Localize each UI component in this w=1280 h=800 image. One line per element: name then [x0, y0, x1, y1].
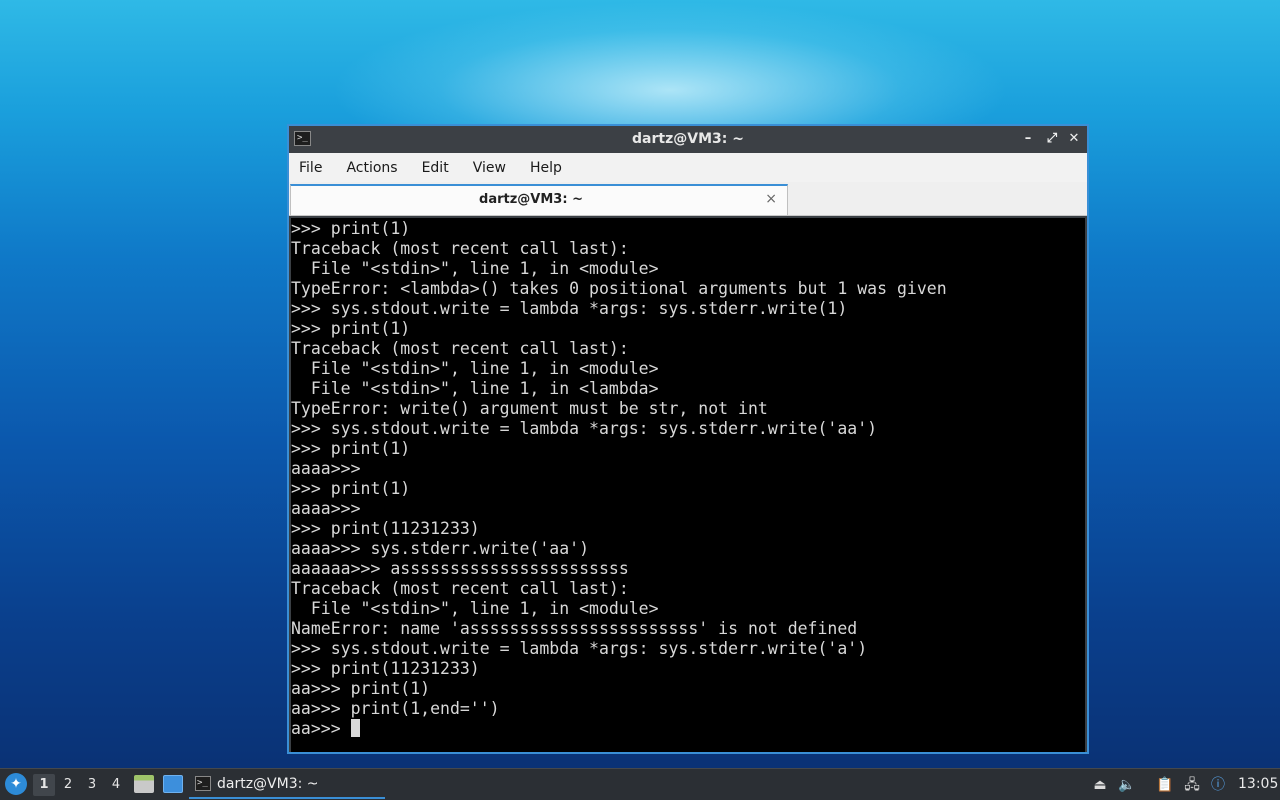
terminal-window: >_ dartz@VM3: ~ – ⤢ ✕ File Actions Edit … — [287, 124, 1089, 754]
menu-file[interactable]: File — [299, 160, 322, 176]
terminal-prompt-line[interactable]: aa>>> — [291, 719, 1085, 739]
workspace-2[interactable]: 2 — [57, 774, 79, 796]
update-notifier-icon[interactable]: ⓘ — [1208, 775, 1228, 795]
terminal-icon: >_ — [195, 776, 211, 791]
terminal-line: Traceback (most recent call last): — [291, 239, 629, 258]
terminal-line: NameError: name 'assssssssssssssssssssss… — [291, 619, 858, 638]
taskbar-task-terminal[interactable]: >_ dartz@VM3: ~ — [189, 771, 385, 799]
menu-help[interactable]: Help — [530, 160, 562, 176]
text-cursor — [350, 719, 360, 737]
terminal-line: aa>>> print(1,end='') — [291, 699, 500, 718]
terminal-prompt: aa>>> — [291, 719, 351, 738]
taskbar: ✦ 1 2 3 4 >_ dartz@VM3: ~ ⏏ 🔈 📋 🖧 ⓘ 13:0… — [0, 768, 1280, 800]
menu-bar: File Actions Edit View Help — [289, 153, 1087, 182]
menu-view[interactable]: View — [473, 160, 506, 176]
terminal-line: >>> print(1) — [291, 479, 411, 498]
terminal-line: aaaa>>> — [291, 499, 361, 518]
window-titlebar[interactable]: >_ dartz@VM3: ~ – ⤢ ✕ — [289, 126, 1087, 153]
terminal-line: File "<stdin>", line 1, in <lambda> — [291, 379, 659, 398]
terminal-line: File "<stdin>", line 1, in <module> — [291, 359, 659, 378]
maximize-button[interactable]: ⤢ — [1043, 129, 1061, 149]
clipboard-icon[interactable]: 📋 — [1155, 775, 1175, 795]
network-icon[interactable]: 🖧 — [1182, 775, 1202, 795]
tab-bar: dartz@VM3: ~ × — [289, 182, 1087, 216]
desktop-icon[interactable] — [163, 775, 183, 793]
clock[interactable]: 13:05 — [1238, 769, 1278, 800]
terminal-line: File "<stdin>", line 1, in <module> — [291, 599, 659, 618]
terminal-line: TypeError: <lambda>() takes 0 positional… — [291, 279, 947, 298]
terminal-line: >>> print(1) — [291, 439, 411, 458]
workspace-4[interactable]: 4 — [105, 774, 127, 796]
eject-icon[interactable]: ⏏ — [1090, 775, 1110, 795]
volume-icon[interactable]: 🔈 — [1117, 775, 1137, 795]
close-button[interactable]: ✕ — [1065, 129, 1083, 149]
terminal-line: >>> sys.stdout.write = lambda *args: sys… — [291, 299, 848, 318]
tab-terminal[interactable]: dartz@VM3: ~ × — [290, 184, 788, 215]
terminal-line: aa>>> print(1) — [291, 679, 431, 698]
terminal-line: >>> print(1) — [291, 219, 411, 238]
terminal-line: File "<stdin>", line 1, in <module> — [291, 259, 659, 278]
terminal-line: Traceback (most recent call last): — [291, 579, 629, 598]
terminal-line: >>> print(11231233) — [291, 659, 480, 678]
window-title: dartz@VM3: ~ — [632, 131, 744, 147]
lxqt-menu-icon[interactable]: ✦ — [5, 773, 27, 795]
tab-close-button[interactable]: × — [765, 191, 777, 207]
minimize-button[interactable]: – — [1019, 129, 1037, 149]
terminal-line: >>> sys.stdout.write = lambda *args: sys… — [291, 419, 878, 438]
task-label: dartz@VM3: ~ — [217, 776, 319, 792]
file-manager-icon[interactable] — [134, 775, 154, 793]
terminal-line: >>> sys.stdout.write = lambda *args: sys… — [291, 639, 868, 658]
tab-label: dartz@VM3: ~ — [479, 192, 583, 207]
terminal-line: Traceback (most recent call last): — [291, 339, 629, 358]
workspace-1[interactable]: 1 — [33, 774, 55, 796]
terminal-line: aaaaaa>>> asssssssssssssssssssssss — [291, 559, 629, 578]
workspace-3[interactable]: 3 — [81, 774, 103, 796]
terminal-line: aaaa>>> sys.stderr.write('aa') — [291, 539, 590, 558]
terminal-line: >>> print(1) — [291, 319, 411, 338]
terminal-line: >>> print(11231233) — [291, 519, 480, 538]
menu-actions[interactable]: Actions — [346, 160, 397, 176]
menu-edit[interactable]: Edit — [422, 160, 449, 176]
terminal-line: aaaa>>> — [291, 459, 361, 478]
terminal-output[interactable]: >>> print(1) Traceback (most recent call… — [291, 218, 1085, 752]
terminal-line: TypeError: write() argument must be str,… — [291, 399, 768, 418]
